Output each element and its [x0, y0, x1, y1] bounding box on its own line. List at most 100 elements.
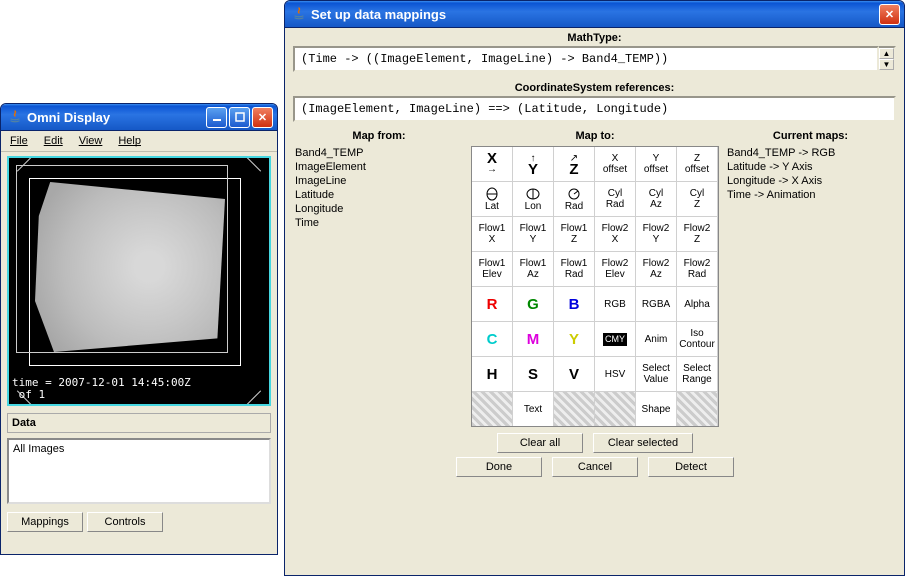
- omni-display-window: Omni Display ✕ File Edit View Help time …: [0, 103, 278, 555]
- close-button[interactable]: ✕: [879, 4, 900, 25]
- list-item[interactable]: Latitude: [293, 188, 465, 202]
- map-cell-z-axis[interactable]: ↗Z: [554, 147, 594, 181]
- map-cell-hsv[interactable]: HSV: [595, 357, 635, 391]
- map-cell-flow2-x[interactable]: Flow2X: [595, 217, 635, 251]
- map-cell-flow2-z[interactable]: Flow2Z: [677, 217, 717, 251]
- map-cell-cyl-rad[interactable]: CylRad: [595, 182, 635, 216]
- menu-edit[interactable]: Edit: [41, 134, 66, 148]
- list-item[interactable]: ImageLine: [293, 174, 465, 188]
- list-item[interactable]: Time -> Animation: [725, 188, 896, 202]
- mathtype-label: MathType:: [285, 28, 904, 46]
- map-cell-cmy[interactable]: CMY: [595, 322, 635, 356]
- done-button[interactable]: Done: [456, 457, 542, 477]
- map-cell-blue[interactable]: B: [554, 287, 594, 321]
- map-cell-cyl-az[interactable]: CylAz: [636, 182, 676, 216]
- map-cell-flow1-elev[interactable]: Flow1Elev: [472, 252, 512, 286]
- omni-menubar: File Edit View Help: [1, 131, 277, 152]
- map-cell-select-value[interactable]: SelectValue: [636, 357, 676, 391]
- mappings-title: Set up data mappings: [311, 7, 879, 22]
- list-item[interactable]: Band4_TEMP: [293, 146, 465, 160]
- map-cell-x-axis[interactable]: X→: [472, 147, 512, 181]
- controls-button[interactable]: Controls: [87, 512, 163, 532]
- map-cell-rgb[interactable]: RGB: [595, 287, 635, 321]
- map-cell-flow1-rad[interactable]: Flow1Rad: [554, 252, 594, 286]
- clear-selected-button[interactable]: Clear selected: [593, 433, 693, 453]
- map-cell-disabled: [472, 392, 512, 426]
- map-cell-flow1-y[interactable]: Flow1Y: [513, 217, 553, 251]
- map-cell-flow1-az[interactable]: Flow1Az: [513, 252, 553, 286]
- list-item[interactable]: All Images: [13, 443, 265, 455]
- map-cell-lat[interactable]: Lat: [472, 182, 512, 216]
- map-cell-isocontour[interactable]: IsoContour: [677, 322, 717, 356]
- map-cell-z-offset[interactable]: Zoffset: [677, 147, 717, 181]
- map-cell-value[interactable]: V: [554, 357, 594, 391]
- map-cell-select-range[interactable]: SelectRange: [677, 357, 717, 391]
- map-cell-magenta[interactable]: M: [513, 322, 553, 356]
- map-cell-cyan[interactable]: C: [472, 322, 512, 356]
- map-cell-flow1-x[interactable]: Flow1X: [472, 217, 512, 251]
- omni-titlebar[interactable]: Omni Display ✕: [1, 104, 277, 131]
- omni-title: Omni Display: [27, 110, 206, 125]
- data-section-label: Data: [7, 413, 271, 433]
- clear-all-button[interactable]: Clear all: [497, 433, 583, 453]
- map-cell-disabled: [554, 392, 594, 426]
- mappings-titlebar[interactable]: Set up data mappings ✕: [285, 1, 904, 28]
- coord-field[interactable]: (ImageElement, ImageLine) ==> (Latitude,…: [293, 96, 896, 122]
- map-cell-alpha[interactable]: Alpha: [677, 287, 717, 321]
- map-cell-flow2-elev[interactable]: Flow2Elev: [595, 252, 635, 286]
- data-list[interactable]: All Images: [7, 438, 271, 504]
- current-maps-header: Current maps:: [725, 130, 896, 146]
- current-maps-list: Band4_TEMP -> RGB Latitude -> Y Axis Lon…: [725, 146, 896, 202]
- map-cell-flow2-y[interactable]: Flow2Y: [636, 217, 676, 251]
- map-from-header: Map from:: [293, 130, 465, 146]
- map-cell-rgba[interactable]: RGBA: [636, 287, 676, 321]
- map-cell-lon[interactable]: Lon: [513, 182, 553, 216]
- maximize-button[interactable]: [229, 107, 250, 128]
- map-cell-hue[interactable]: H: [472, 357, 512, 391]
- satellite-image: [35, 182, 225, 352]
- timestamp-overlay: time = 2007-12-01 14:45:00Z of 1: [12, 377, 191, 401]
- cancel-button[interactable]: Cancel: [552, 457, 638, 477]
- list-item[interactable]: Band4_TEMP -> RGB: [725, 146, 896, 160]
- list-item[interactable]: Longitude: [293, 202, 465, 216]
- detect-button[interactable]: Detect: [648, 457, 734, 477]
- map-cell-y-axis[interactable]: ↑Y: [513, 147, 553, 181]
- map-cell-disabled: [677, 392, 717, 426]
- minimize-button[interactable]: [206, 107, 227, 128]
- map-cell-flow2-rad[interactable]: Flow2Rad: [677, 252, 717, 286]
- menu-help[interactable]: Help: [115, 134, 144, 148]
- map-cell-red[interactable]: R: [472, 287, 512, 321]
- list-item[interactable]: Longitude -> X Axis: [725, 174, 896, 188]
- close-button[interactable]: ✕: [252, 107, 273, 128]
- list-item[interactable]: Time: [293, 216, 465, 230]
- map-cell-disabled: [595, 392, 635, 426]
- map-cell-green[interactable]: G: [513, 287, 553, 321]
- map-cell-yellow[interactable]: Y: [554, 322, 594, 356]
- mappings-dialog-window: Set up data mappings ✕ MathType: (Time -…: [284, 0, 905, 576]
- list-item[interactable]: Latitude -> Y Axis: [725, 160, 896, 174]
- coord-label: CoordinateSystem references:: [285, 78, 904, 96]
- map-cell-y-offset[interactable]: Yoffset: [636, 147, 676, 181]
- map-cell-flow2-az[interactable]: Flow2Az: [636, 252, 676, 286]
- mappings-button[interactable]: Mappings: [7, 512, 83, 532]
- mathtype-up-button[interactable]: ▲: [879, 48, 894, 59]
- map-cell-rad[interactable]: Rad: [554, 182, 594, 216]
- java-icon: [7, 109, 23, 125]
- map-cell-text[interactable]: Text: [513, 392, 553, 426]
- mathtype-down-button[interactable]: ▼: [879, 59, 894, 70]
- map-to-grid: X→ ↑Y ↗Z Xoffset Yoffset Zoffset Lat Lon…: [471, 146, 719, 427]
- map-cell-shape[interactable]: Shape: [636, 392, 676, 426]
- map-cell-cyl-z[interactable]: CylZ: [677, 182, 717, 216]
- menu-file[interactable]: File: [7, 134, 31, 148]
- mathtype-field[interactable]: (Time -> ((ImageElement, ImageLine) -> B…: [293, 46, 879, 72]
- map-cell-animation[interactable]: Anim: [636, 322, 676, 356]
- map-to-header: Map to:: [471, 130, 719, 146]
- map-cell-saturation[interactable]: S: [513, 357, 553, 391]
- map-cell-flow1-z[interactable]: Flow1Z: [554, 217, 594, 251]
- menu-view[interactable]: View: [76, 134, 106, 148]
- map-cell-x-offset[interactable]: Xoffset: [595, 147, 635, 181]
- list-item[interactable]: ImageElement: [293, 160, 465, 174]
- display-canvas[interactable]: time = 2007-12-01 14:45:00Z of 1: [7, 156, 271, 406]
- map-from-list: Band4_TEMP ImageElement ImageLine Latitu…: [293, 146, 465, 230]
- java-icon: [291, 6, 307, 22]
